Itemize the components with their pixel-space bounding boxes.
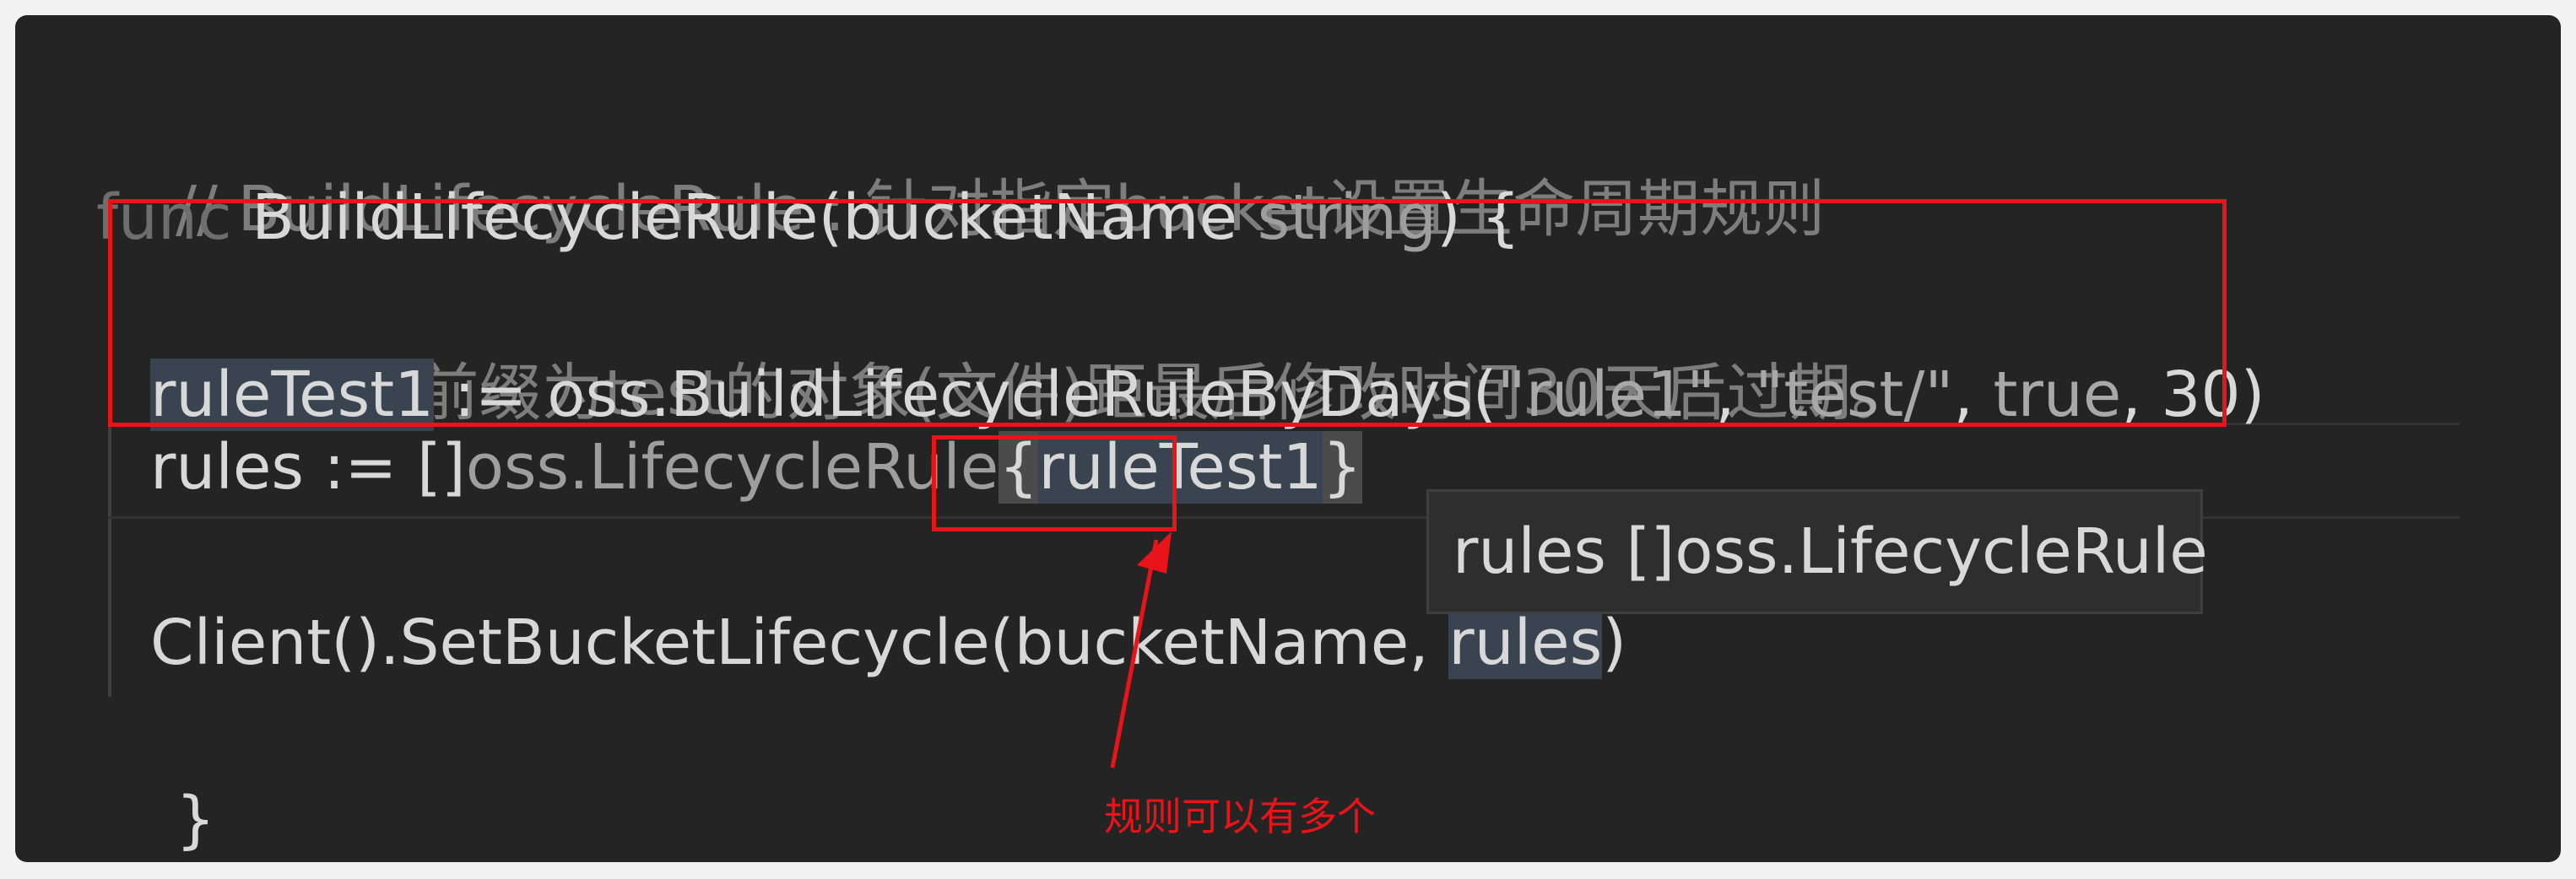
code-editor-frame: // BuildLifecycleRule : 针对指定bucket设置生命周期… [15, 15, 2561, 862]
annotation-text: 规则可以有多个 [1104, 794, 1376, 839]
arrow-icon [1110, 531, 1172, 768]
